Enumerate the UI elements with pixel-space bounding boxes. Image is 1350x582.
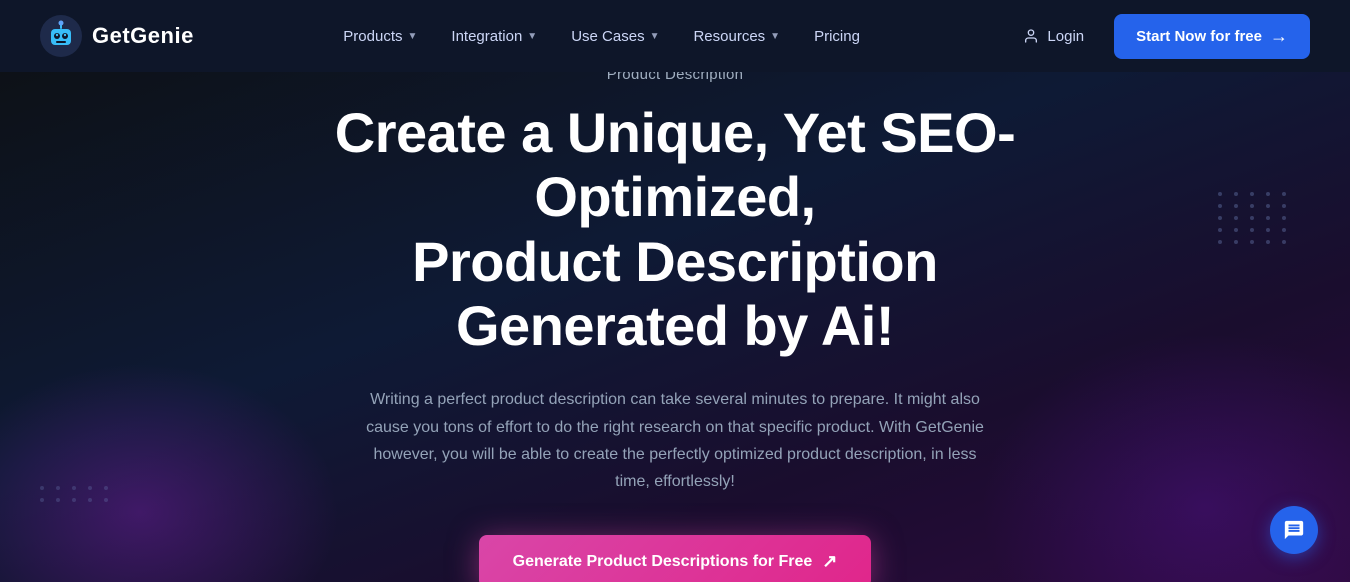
- logo-link[interactable]: GetGenie: [40, 15, 194, 57]
- chevron-down-icon: ▼: [408, 31, 418, 42]
- hero-content: Product Description Create a Unique, Yet…: [275, 72, 1075, 582]
- chat-icon: [1283, 519, 1305, 541]
- hero-description: Writing a perfect product description ca…: [355, 386, 995, 495]
- cta-button[interactable]: Generate Product Descriptions for Free ↗: [479, 535, 872, 582]
- dot-grid-decoration: [1218, 192, 1290, 244]
- chat-support-button[interactable]: [1270, 506, 1318, 554]
- chevron-down-icon: ▼: [650, 31, 660, 42]
- hero-section: Product Description Create a Unique, Yet…: [0, 72, 1350, 582]
- navbar: GetGenie Products ▼ Integration ▼ Use Ca…: [0, 0, 1350, 72]
- hero-title: Create a Unique, Yet SEO-Optimized, Prod…: [315, 101, 1035, 359]
- nav-item-resources[interactable]: Resources ▼: [679, 20, 794, 53]
- user-icon: [1023, 28, 1039, 44]
- chevron-down-icon: ▼: [770, 31, 780, 42]
- nav-item-use-cases[interactable]: Use Cases ▼: [557, 20, 673, 53]
- dot-grid-bl-decoration: [40, 486, 112, 502]
- chevron-down-icon: ▼: [527, 31, 537, 42]
- nav-item-products[interactable]: Products ▼: [329, 20, 431, 53]
- nav-item-integration[interactable]: Integration ▼: [437, 20, 551, 53]
- nav-links: Products ▼ Integration ▼ Use Cases ▼ Res…: [329, 20, 874, 53]
- start-now-button[interactable]: Start Now for free →: [1114, 14, 1310, 59]
- external-link-icon: ↗: [822, 551, 837, 572]
- hero-subtitle: Product Description: [315, 72, 1035, 83]
- login-button[interactable]: Login: [1009, 20, 1098, 53]
- logo-icon: [40, 15, 82, 57]
- arrow-right-icon: →: [1270, 26, 1288, 47]
- logo-text: GetGenie: [92, 23, 194, 49]
- nav-right: Login Start Now for free →: [1009, 14, 1310, 59]
- nav-item-pricing[interactable]: Pricing: [800, 20, 874, 53]
